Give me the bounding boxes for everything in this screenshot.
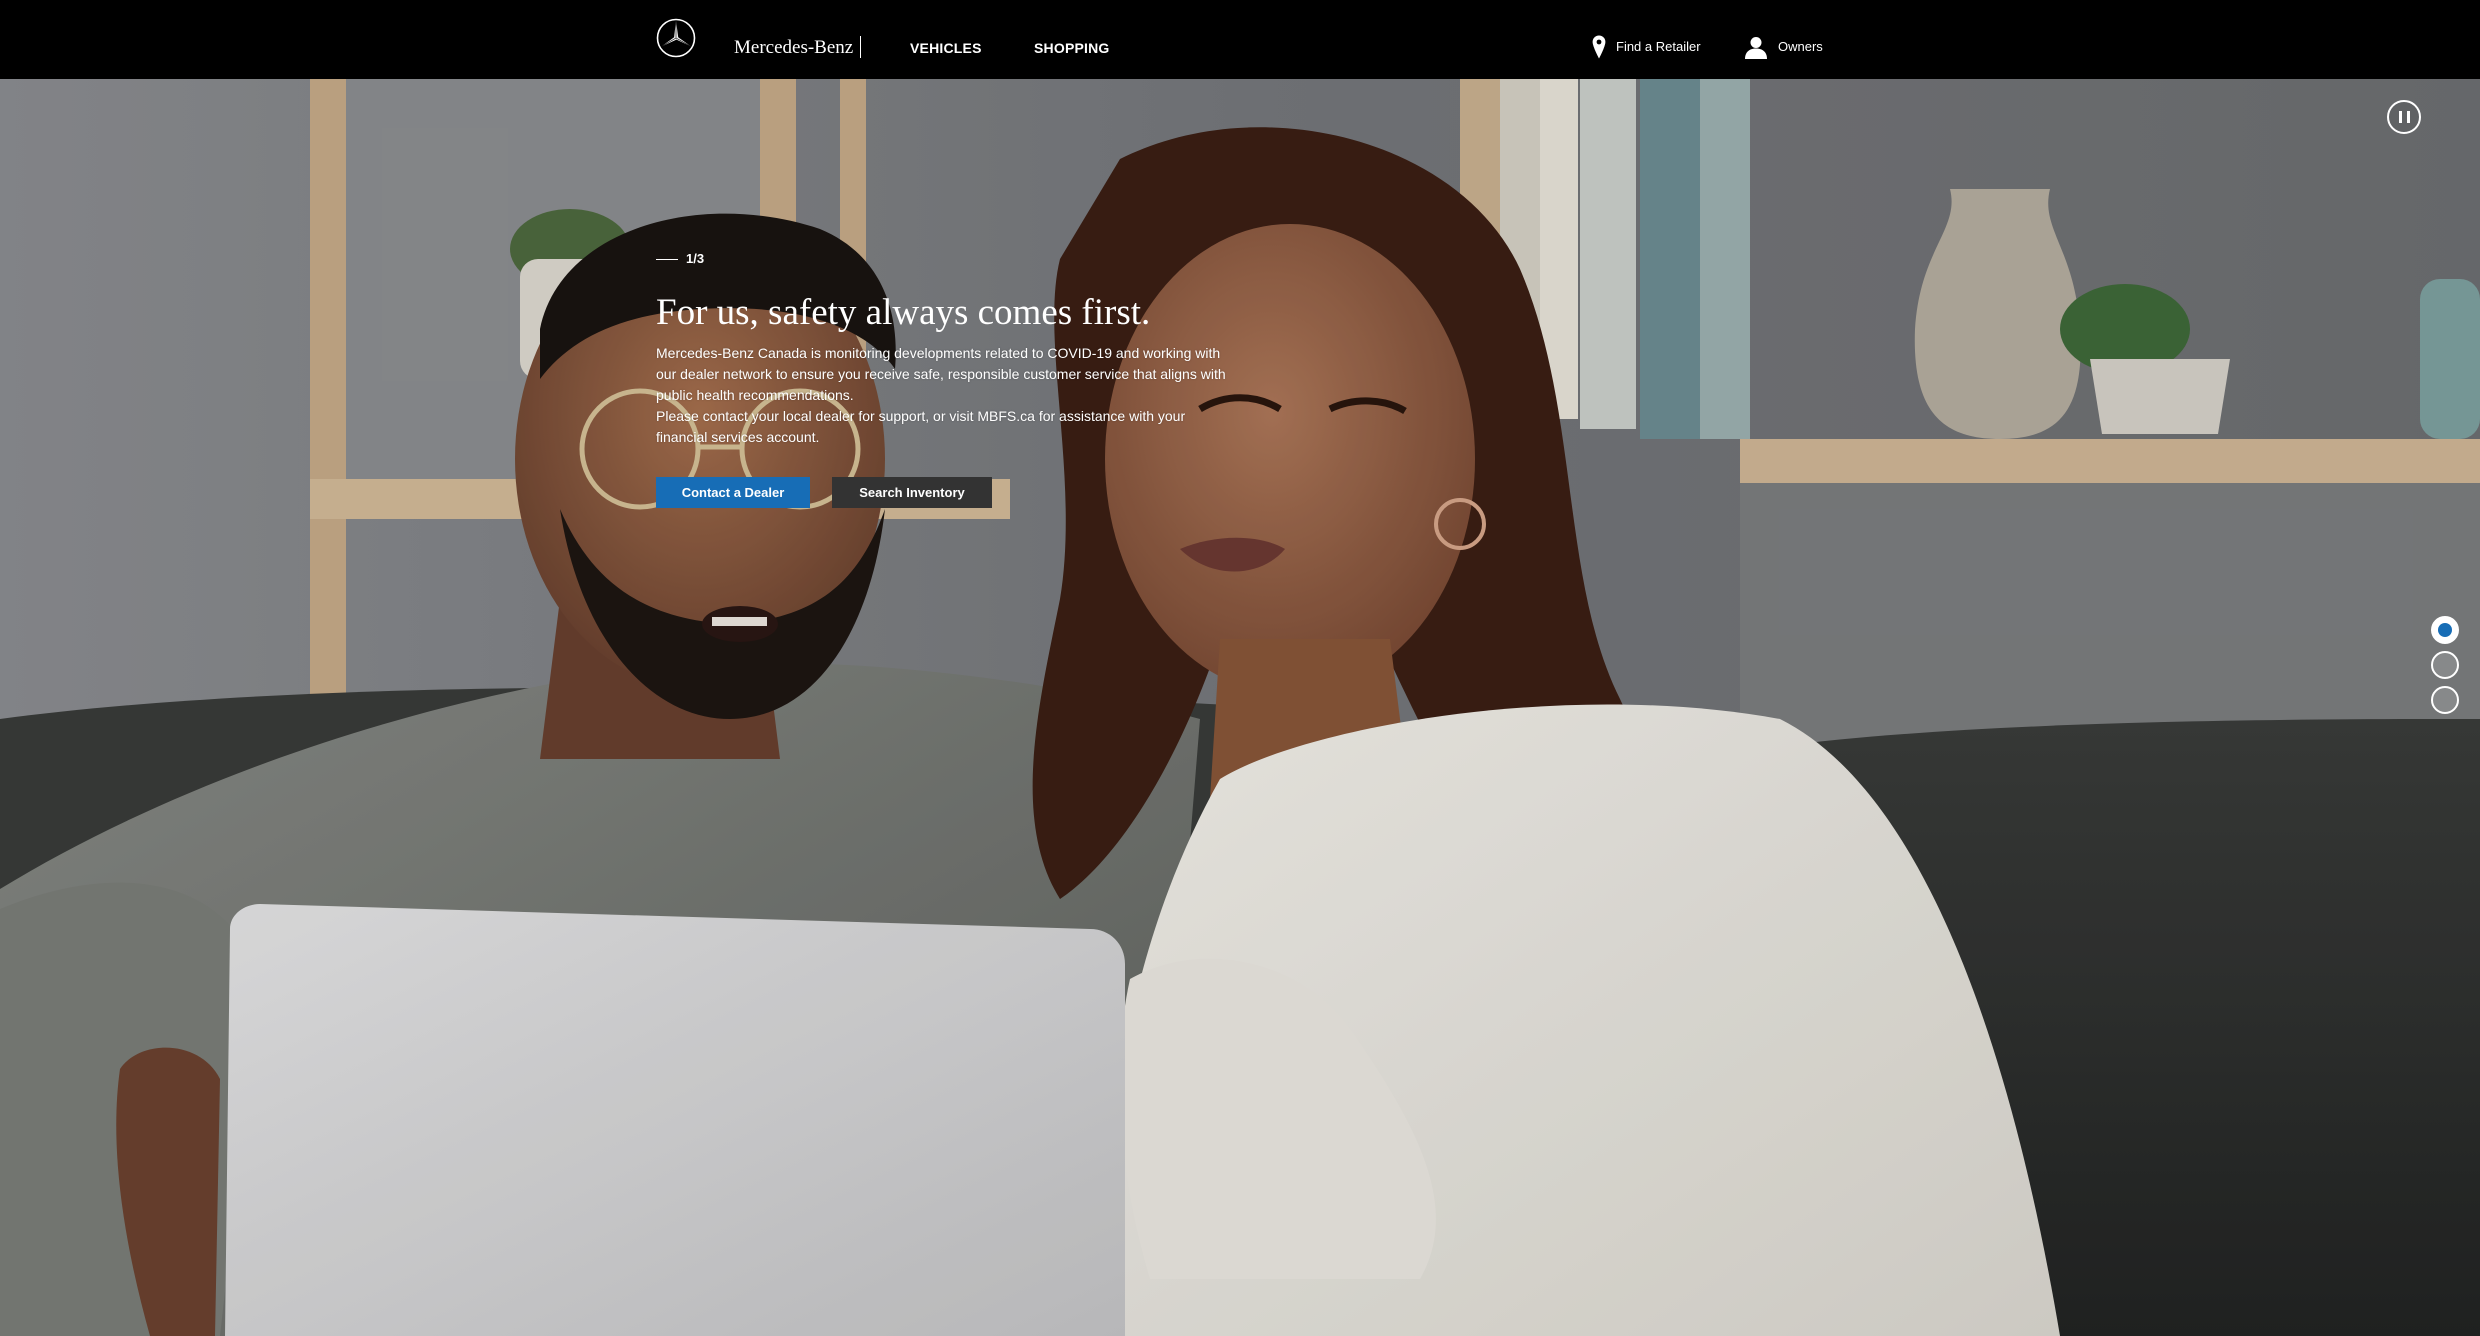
mercedes-star-icon[interactable] bbox=[656, 18, 696, 58]
hero-headline: For us, safety always comes first. bbox=[656, 292, 1151, 333]
nav-shopping[interactable]: SHOPPING bbox=[1034, 38, 1110, 58]
search-inventory-button[interactable]: Search Inventory bbox=[832, 477, 992, 508]
slide-indicator: 1/3 bbox=[656, 250, 704, 268]
hero-banner: 1/3 For us, safety always comes first. M… bbox=[0, 79, 2480, 1336]
slide-indicator-label: 1/3 bbox=[686, 251, 705, 266]
hero-photo-couple-laptop bbox=[0, 79, 2480, 1336]
location-pin-icon bbox=[1592, 35, 1606, 59]
brand-name[interactable]: Mercedes-Benz bbox=[734, 35, 853, 61]
page: Mercedes-Benz VEHICLES SHOPPING Find a R… bbox=[0, 0, 2480, 1336]
top-navigation-bar: Mercedes-Benz VEHICLES SHOPPING Find a R… bbox=[0, 0, 2480, 79]
contact-dealer-button[interactable]: Contact a Dealer bbox=[656, 477, 810, 508]
hero-body-paragraph-2: Please contact your local dealer for sup… bbox=[656, 408, 1186, 445]
carousel-dot-2[interactable] bbox=[2431, 651, 2459, 679]
carousel-dot-1[interactable] bbox=[2431, 616, 2459, 644]
pause-icon bbox=[2398, 111, 2410, 123]
owners-label: Owners bbox=[1778, 39, 1823, 54]
find-retailer-link[interactable]: Find a Retailer bbox=[1592, 34, 1701, 60]
brand-divider bbox=[860, 36, 861, 58]
carousel-dot-3[interactable] bbox=[2431, 686, 2459, 714]
user-icon bbox=[1745, 37, 1767, 59]
slide-indicator-dash bbox=[656, 258, 678, 260]
find-retailer-label: Find a Retailer bbox=[1616, 39, 1701, 54]
pause-button[interactable] bbox=[2387, 100, 2421, 134]
hero-body-copy: Mercedes-Benz Canada is monitoring devel… bbox=[656, 343, 1236, 448]
hero-body-paragraph-1: Mercedes-Benz Canada is monitoring devel… bbox=[656, 345, 1226, 403]
owners-link[interactable]: Owners bbox=[1744, 34, 1823, 60]
nav-vehicles[interactable]: VEHICLES bbox=[910, 38, 982, 58]
